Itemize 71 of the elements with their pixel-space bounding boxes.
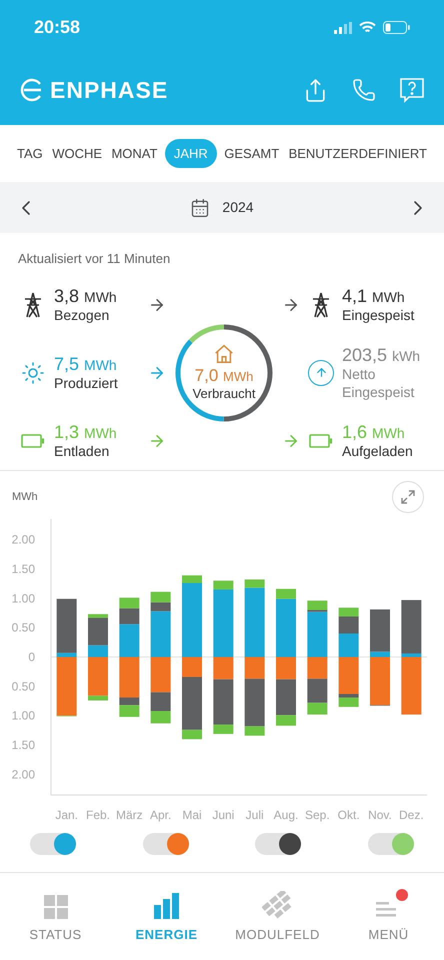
x-tick-label: Apr. [150, 808, 172, 822]
nav-tab[interactable]: MODULFELD [232, 891, 322, 944]
nav-tab[interactable]: MENÜ [344, 891, 434, 944]
help-button[interactable] [400, 78, 424, 102]
grid-icon [44, 895, 68, 919]
x-tick-label: Mai [182, 808, 202, 822]
stat-value: 203,5 kWh [342, 344, 422, 366]
y-tick-label: 2.00 [12, 767, 35, 782]
y-tick-label: 0 [28, 650, 35, 664]
x-tick-label: März [116, 808, 143, 822]
stat-label: Produziert [54, 375, 119, 392]
sun-icon [21, 360, 45, 384]
stat-value: 1,3 MWh [54, 420, 118, 443]
period-tab[interactable]: MONAT [109, 138, 160, 168]
wifi-icon [359, 21, 376, 34]
series-toggle[interactable] [142, 833, 189, 855]
series-toggle[interactable] [30, 833, 76, 855]
stat-value: 4,1 MWh [342, 284, 406, 307]
consumption-label: Verbraucht [192, 386, 256, 402]
bar [150, 592, 171, 602]
x-tick-label: Okt. [338, 808, 360, 822]
x-tick-label: Nov. [368, 808, 392, 822]
calendar-icon [190, 198, 210, 218]
battery-status-icon [383, 21, 410, 34]
solar-panels-icon [262, 891, 294, 919]
stat-value: 7,5 MWh [54, 352, 118, 375]
stat-value: 3,8 MWh [54, 284, 118, 307]
logo-icon [20, 78, 44, 102]
call-button[interactable] [352, 78, 376, 102]
expand-button[interactable] [392, 481, 424, 513]
y-tick-label: 1.00 [12, 591, 35, 606]
x-tick-label: Jan. [55, 808, 78, 822]
series-toggle[interactable] [368, 833, 414, 855]
power-tower-icon [310, 290, 332, 318]
updated-text: Aktualisiert vor 11 Minuten [18, 250, 172, 268]
status-time: 20:58 [34, 16, 80, 39]
date-label: 2024 [222, 198, 254, 217]
stat-value: 1,6 MWh [342, 420, 406, 443]
y-tick-label: 1.50 [12, 562, 35, 576]
x-tick-label: Aug. [274, 808, 298, 822]
logo-text: ENPHASE [50, 76, 168, 105]
y-tick-label: 0.50 [12, 679, 35, 694]
bar-chart-icon [154, 893, 180, 919]
x-tick-label: Juni [212, 808, 234, 822]
house-icon [213, 342, 235, 365]
battery-icon [21, 434, 45, 448]
battery-icon [309, 434, 333, 448]
stat-label: Netto Eingespeist [342, 366, 416, 402]
x-tick-label: Feb. [86, 808, 110, 822]
x-tick-label: Juli [246, 808, 264, 822]
period-tab[interactable]: WOCHE [50, 138, 104, 168]
chart-unit-label: MWh [12, 490, 38, 505]
period-tab[interactable]: BENUTZERDEFINIERT [286, 138, 429, 168]
y-tick-label: 0.50 [12, 620, 35, 635]
x-tick-label: Sep. [305, 808, 330, 822]
stat-label: Entladen [54, 443, 110, 460]
nav-tab[interactable]: STATUS [10, 891, 100, 944]
x-tick-label: Dez. [399, 808, 424, 822]
signal-icon [334, 22, 352, 34]
stat-label: Bezogen [54, 307, 110, 324]
series-toggle[interactable] [255, 833, 302, 855]
y-tick-label: 2.00 [12, 532, 35, 547]
period-tab[interactable]: GESAMT [222, 138, 282, 168]
y-tick-label: 1.50 [12, 738, 35, 752]
consumption-value: 7,0 MWh [194, 364, 254, 386]
stat-label: Aufgeladen [342, 443, 413, 460]
power-tower-icon [22, 290, 44, 318]
y-tick-label: 1.00 [12, 708, 35, 723]
period-tab[interactable]: TAG [15, 138, 45, 168]
expand-icon [401, 490, 415, 504]
stat-label: Eingespeist [342, 307, 414, 324]
